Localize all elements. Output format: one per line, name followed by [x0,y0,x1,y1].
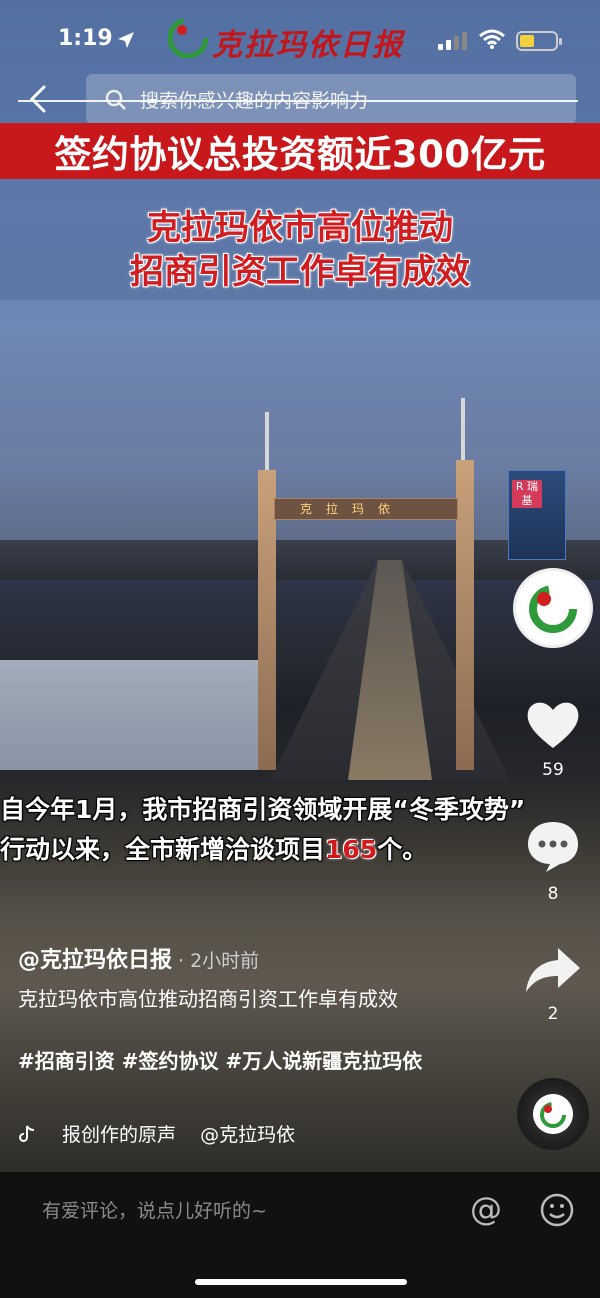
caption-line1: 自今年1月，我市招商引资领域开展“冬季攻势” [0,795,526,824]
back-icon[interactable] [24,84,54,114]
bridge-tower-right [456,460,474,770]
location-arrow-icon [118,32,134,48]
bridge-spire-left [265,412,269,472]
comment-icon[interactable] [522,818,584,874]
bridge-spire-right [461,398,465,463]
battery-icon [516,31,562,51]
comment-count: 8 [547,884,559,904]
post-hashtags[interactable]: #招商引资 #签约协议 #万人说新疆克拉玛依 [18,1046,448,1077]
headline-banner: 签约协议总投资额近300亿元 [0,123,600,179]
brand-logo-text: 克拉玛依日报 [212,28,404,63]
building-sign: R 瑞 基 [512,480,542,508]
author-avatar[interactable] [513,568,593,648]
emoji-icon[interactable] [539,1192,575,1228]
signal-icon [438,32,467,50]
caption-suffix: 个。 [377,835,428,864]
music-author: @克拉玛依 [200,1124,296,1146]
like-count: 59 [542,760,564,780]
share-count: 2 [547,1004,559,1024]
caption-number: 165 [325,835,378,864]
avatar-logo-icon [529,585,577,633]
status-bar: 1:19 克拉玛依日报 [0,0,600,80]
author-name[interactable]: @克拉玛依日报 · 2小时前 [18,942,259,974]
home-indicator[interactable] [195,1279,407,1285]
subtitle-line2: 招商引资工作卓有成效 [130,252,470,292]
overlay-line [18,100,578,102]
share-icon[interactable] [522,944,584,996]
subtitle-line1: 克拉玛依市高位推动 [147,208,453,248]
heart-icon[interactable] [522,696,584,752]
music-row[interactable]: 报创作的原声 @克拉玛依 [18,1120,295,1147]
frozen-river [0,660,260,770]
caption-prefix: 行动以来，全市新增洽谈项目 [0,835,326,864]
music-title: 报创作的原声 [62,1124,177,1146]
wifi-icon [479,29,505,49]
video-caption: 自今年1月，我市招商引资领域开展“冬季攻势” 行动以来，全市新增洽谈项目165个… [0,790,600,870]
caption-line2: 行动以来，全市新增洽谈项目165个。 [0,830,600,870]
post-time: · 2小时前 [178,950,260,972]
bridge-sign: 克拉玛依 [300,502,405,516]
comment-input[interactable]: 有爱评论，说点儿好听的~ [42,1196,267,1223]
music-disc-logo-icon [533,1094,573,1134]
status-time: 1:19 [58,26,113,51]
post-description: 克拉玛依市高位推动招商引资工作卓有成效 [18,987,398,1011]
music-note-icon [19,1125,35,1142]
at-icon[interactable]: @ [470,1190,502,1228]
author-handle[interactable]: @克拉玛依日报 [18,948,172,973]
brand-logo-icon [168,18,208,58]
headline-text: 签约协议总投资额近300亿元 [54,133,546,176]
